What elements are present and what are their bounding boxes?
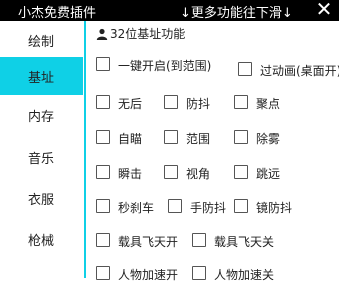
option-label: 过动画(桌面开) bbox=[260, 64, 339, 78]
option-label: 秒刹车 bbox=[118, 201, 155, 215]
checkbox[interactable] bbox=[234, 165, 248, 179]
app-title: 小杰免费插件 bbox=[18, 6, 97, 21]
checkbox[interactable] bbox=[164, 130, 178, 144]
sidebar-item-music[interactable]: 音乐 bbox=[0, 138, 83, 176]
option-label: 除雾 bbox=[256, 132, 281, 146]
checkbox[interactable] bbox=[168, 199, 182, 213]
checkbox[interactable] bbox=[234, 199, 248, 213]
sidebar-item-label: 衣服 bbox=[28, 193, 55, 208]
section-title: 32位基址功能 bbox=[96, 25, 185, 42]
option-label: 人物加速开 bbox=[118, 268, 179, 282]
option-label: 瞬击 bbox=[118, 167, 143, 181]
checkbox[interactable] bbox=[96, 233, 110, 247]
option-label: 自瞄 bbox=[118, 132, 143, 146]
options-panel: 32位基址功能 一键开启(到范围) 过动画(桌面开) 无后 防抖 聚点 自瞄 范… bbox=[86, 21, 339, 282]
option-label: 防抖 bbox=[186, 97, 211, 111]
section-title-text: 32位基址功能 bbox=[110, 27, 186, 41]
checkbox[interactable] bbox=[96, 130, 110, 144]
option-label: 镜防抖 bbox=[256, 201, 293, 215]
option-label: 手防抖 bbox=[190, 201, 227, 215]
option-label: 跳远 bbox=[256, 167, 281, 181]
checkbox[interactable] bbox=[192, 233, 206, 247]
sidebar-item-label: 枪械 bbox=[28, 234, 55, 249]
checkbox[interactable] bbox=[234, 95, 248, 109]
checkbox[interactable] bbox=[96, 57, 110, 71]
sidebar-item-guns[interactable]: 枪械 bbox=[0, 220, 83, 258]
option-label: 一键开启(到范围) bbox=[118, 59, 212, 73]
sidebar-item-clothes[interactable]: 衣服 bbox=[0, 179, 83, 217]
checkbox[interactable] bbox=[238, 62, 252, 76]
option-label: 载具飞天开 bbox=[118, 235, 179, 249]
checkbox[interactable] bbox=[234, 130, 248, 144]
sidebar-item-label: 基址 bbox=[28, 71, 55, 86]
scroll-hint: ↓更多功能往下滑↓ bbox=[180, 6, 293, 21]
close-button[interactable]: ✕ bbox=[313, 0, 335, 21]
sidebar-item-base-address[interactable]: 基址 bbox=[0, 57, 83, 95]
sidebar-item-draw[interactable]: 绘制 bbox=[0, 21, 83, 59]
sidebar-item-label: 音乐 bbox=[28, 152, 55, 167]
checkbox[interactable] bbox=[96, 165, 110, 179]
checkbox[interactable] bbox=[96, 95, 110, 109]
option-label: 范围 bbox=[186, 132, 211, 146]
checkbox[interactable] bbox=[96, 199, 110, 213]
checkbox[interactable] bbox=[164, 95, 178, 109]
option-label: 无后 bbox=[118, 97, 143, 111]
close-icon: ✕ bbox=[315, 0, 333, 21]
checkbox[interactable] bbox=[164, 165, 178, 179]
sidebar-item-label: 绘制 bbox=[28, 35, 55, 50]
user-icon bbox=[96, 28, 108, 40]
option-label: 载具飞天关 bbox=[214, 235, 275, 249]
option-label: 视角 bbox=[186, 167, 211, 181]
sidebar: 绘制 基址 内存 音乐 衣服 枪械 bbox=[0, 21, 83, 278]
sidebar-item-memory[interactable]: 内存 bbox=[0, 96, 83, 134]
sidebar-item-label: 内存 bbox=[28, 110, 55, 125]
option-label: 聚点 bbox=[256, 97, 281, 111]
title-bar: 小杰免费插件 ↓更多功能往下滑↓ ✕ bbox=[0, 0, 339, 21]
option-label: 人物加速关 bbox=[214, 268, 275, 282]
